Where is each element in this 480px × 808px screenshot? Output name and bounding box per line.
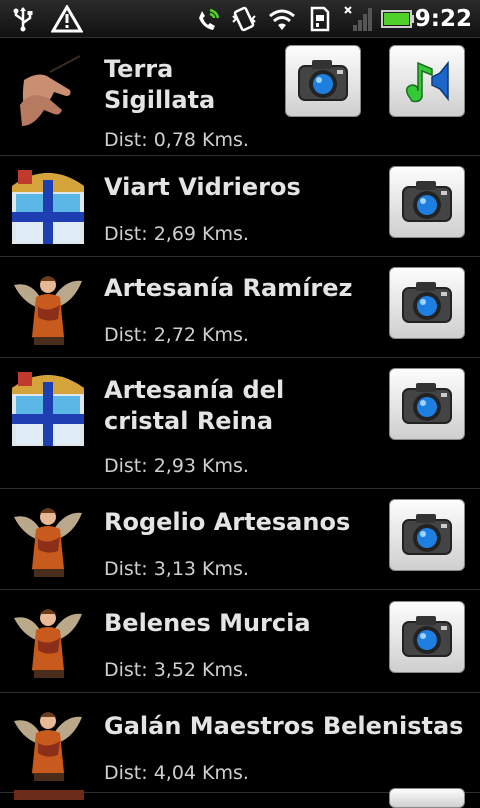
item-distance: Dist: 0,78 Kms. (104, 129, 249, 151)
camera-button[interactable] (389, 788, 465, 808)
camera-icon (402, 282, 452, 323)
stained-glass-icon (10, 368, 86, 448)
vibrate-icon (230, 5, 258, 33)
battery-icon (380, 5, 416, 33)
item-title: Viart Vidrieros (104, 173, 301, 201)
item-title: Galán Maestros Belenistas (104, 712, 464, 740)
list-item[interactable]: Viart Vidrieros Dist: 2,69 Kms. (0, 156, 480, 257)
camera-icon (402, 181, 452, 222)
camera-icon (402, 616, 452, 657)
hands-icon (10, 50, 86, 130)
item-title: Rogelio Artesanos (104, 508, 351, 536)
item-distance: Dist: 3,52 Kms. (104, 659, 249, 681)
item-distance: Dist: 2,93 Kms. (104, 455, 249, 477)
list-item[interactable]: Terra Sigillata Dist: 0,78 Kms. (0, 38, 480, 156)
warning-icon (50, 5, 84, 33)
list-item[interactable]: Rogelio Artesanos Dist: 3,13 Kms. (0, 489, 480, 590)
list-item[interactable]: Galán Maestros Belenistas Dist: 4,04 Kms… (0, 693, 480, 793)
item-title: Artesanía Ramírez (104, 274, 353, 302)
shop-list: Terra Sigillata Dist: 0,78 Kms. Viart Vi… (0, 38, 480, 793)
clock: 9:22 (414, 6, 472, 32)
camera-button[interactable] (389, 368, 465, 440)
audio-button[interactable] (389, 45, 465, 117)
item-title: Artesanía del (104, 376, 285, 404)
item-distance: Dist: 4,04 Kms. (104, 762, 249, 784)
camera-button[interactable] (389, 166, 465, 238)
sd-card-icon (306, 5, 334, 33)
camera-icon (402, 514, 452, 555)
item-distance: Dist: 2,69 Kms. (104, 223, 249, 245)
camera-button[interactable] (389, 601, 465, 673)
angel-figurine-icon (10, 703, 86, 783)
usb-icon (10, 5, 36, 33)
camera-icon (402, 383, 452, 424)
item-distance: Dist: 2,72 Kms. (104, 324, 249, 346)
status-bar: 9:22 (0, 0, 480, 38)
item-title: Belenes Murcia (104, 609, 311, 637)
camera-icon (298, 60, 348, 101)
list-item[interactable]: Belenes Murcia Dist: 3,52 Kms. (0, 590, 480, 693)
stained-glass-icon (10, 166, 86, 246)
camera-button[interactable] (389, 267, 465, 339)
wifi-icon (266, 5, 298, 33)
next-item-thumbnail (14, 790, 84, 800)
list-item[interactable]: Artesanía del cristal Reina Dist: 2,93 K… (0, 358, 480, 489)
list-item[interactable]: Artesanía Ramírez Dist: 2,72 Kms. (0, 257, 480, 358)
audio-icon (405, 60, 449, 103)
angel-figurine-icon (10, 600, 86, 680)
camera-button[interactable] (389, 499, 465, 571)
item-distance: Dist: 3,13 Kms. (104, 558, 249, 580)
item-title-line2: cristal Reina (104, 407, 274, 435)
angel-figurine-icon (10, 267, 86, 347)
no-signal-icon (340, 5, 374, 33)
angel-figurine-icon (10, 499, 86, 579)
camera-button[interactable] (285, 45, 361, 117)
phone-signal-icon (194, 5, 222, 33)
